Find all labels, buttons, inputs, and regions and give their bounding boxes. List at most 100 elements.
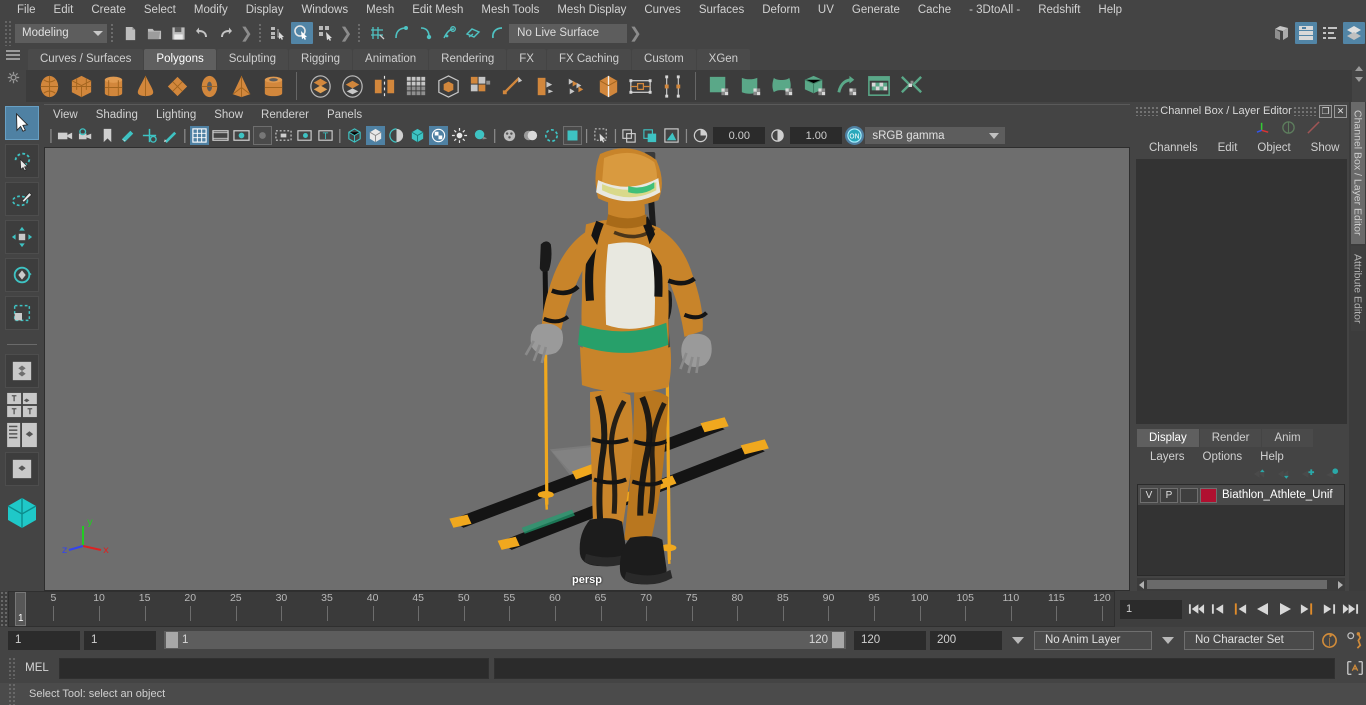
color-transform-selector[interactable]: sRGB gamma: [865, 127, 1006, 144]
menu-file[interactable]: File: [8, 0, 45, 20]
bridge-icon[interactable]: [625, 71, 655, 101]
shelf-tab-fx[interactable]: FX: [507, 49, 546, 70]
menu-surfaces[interactable]: Surfaces: [690, 0, 753, 20]
image-plane-icon[interactable]: [119, 126, 138, 145]
poly-cube-icon[interactable]: [66, 71, 96, 101]
statusbar-grip[interactable]: [4, 20, 11, 46]
range-start-field[interactable]: 1: [84, 630, 156, 650]
perspective-viewport[interactable]: persp y x z: [44, 147, 1130, 591]
biathlon-athlete-model[interactable]: [45, 148, 1129, 590]
auto-keyframe-icon[interactable]: |: [1318, 629, 1340, 651]
select-component-icon[interactable]: [315, 22, 337, 44]
lighting-icon[interactable]: [450, 126, 469, 145]
exposure-icon[interactable]: [295, 126, 314, 145]
shadows-icon[interactable]: [471, 126, 490, 145]
snap-curve-icon[interactable]: [390, 22, 412, 44]
anim-layer-selector[interactable]: No Anim Layer: [1034, 630, 1152, 650]
shelf-tab-sculpting[interactable]: Sculpting: [216, 49, 289, 70]
uv-layout-icon[interactable]: [896, 71, 926, 101]
table-row[interactable]: V P Biathlon_Athlete_Unif: [1138, 485, 1344, 505]
channel-box-toggle-icon[interactable]: [1295, 22, 1317, 44]
shelf-tab-animation[interactable]: Animation: [353, 49, 429, 70]
layer-menu-options[interactable]: Options: [1194, 451, 1252, 463]
offset-edge-loop-icon[interactable]: [593, 71, 623, 101]
view-transform-toggle-icon[interactable]: ON: [845, 126, 865, 145]
play-backwards-icon[interactable]: [1253, 600, 1272, 619]
rotate-tool[interactable]: [5, 258, 39, 292]
animation-end-field[interactable]: 200: [930, 630, 1002, 650]
select-object-icon[interactable]: [290, 22, 313, 44]
poly-plane-icon[interactable]: [162, 71, 192, 101]
smooth-icon[interactable]: [401, 71, 431, 101]
gamma-value-field[interactable]: 1.00: [790, 127, 843, 144]
camera-attributes-icon[interactable]: [77, 126, 96, 145]
shelf-tab-curves-surfaces[interactable]: Curves / Surfaces: [28, 49, 144, 70]
shelf-menu-icon[interactable]: [6, 50, 20, 60]
persp-graph-layout[interactable]: [5, 452, 39, 486]
redo-icon[interactable]: [215, 22, 237, 44]
channel-box-content-area[interactable]: [1136, 159, 1347, 424]
multisample-icon[interactable]: [542, 126, 561, 145]
safe-action-icon[interactable]: T: [316, 126, 335, 145]
new-layer-icon[interactable]: [1300, 467, 1315, 484]
range-slider-right-handle[interactable]: [832, 632, 844, 648]
uv-spherical-icon[interactable]: [768, 71, 798, 101]
layer-menu-help[interactable]: Help: [1251, 451, 1293, 463]
menu-mesh-display[interactable]: Mesh Display: [548, 0, 635, 20]
range-slider-left-handle[interactable]: [166, 632, 178, 648]
layer-color-swatch[interactable]: [1200, 487, 1217, 503]
uv-cylindrical-icon[interactable]: [736, 71, 766, 101]
menu-curves[interactable]: Curves: [635, 0, 689, 20]
gate-mask-icon[interactable]: [252, 126, 272, 145]
menu-deform[interactable]: Deform: [753, 0, 809, 20]
play-forwards-icon[interactable]: [1275, 600, 1294, 619]
menu-mesh[interactable]: Mesh: [357, 0, 403, 20]
layer-tab-anim[interactable]: Anim: [1262, 429, 1313, 447]
poly-cone-icon[interactable]: [130, 71, 160, 101]
range-slider[interactable]: 1 120: [164, 631, 846, 649]
lasso-select-tool[interactable]: [5, 144, 39, 178]
command-line-grip[interactable]: [8, 657, 15, 679]
menu-redshift[interactable]: Redshift: [1029, 0, 1089, 20]
outliner-persp-layout[interactable]: [6, 422, 38, 448]
layer-visibility-toggle[interactable]: V: [1140, 487, 1158, 503]
hypershade-layout[interactable]: [4, 496, 40, 533]
make-live-icon[interactable]: [486, 22, 508, 44]
go-to-end-icon[interactable]: [1341, 600, 1360, 619]
paint-select-tool[interactable]: [5, 182, 39, 216]
shelf-options-icon[interactable]: [7, 71, 20, 87]
viewport-menu-shading[interactable]: Shading: [87, 105, 147, 125]
hardware-texture-icon[interactable]: [408, 126, 427, 145]
tool-settings-toggle-icon[interactable]: [1343, 22, 1365, 44]
menu-display[interactable]: Display: [237, 0, 293, 20]
save-scene-icon[interactable]: [167, 22, 189, 44]
move-layer-up-icon[interactable]: [1252, 467, 1267, 484]
tab-attribute-editor[interactable]: Attribute Editor: [1350, 245, 1365, 331]
smooth-shade-icon[interactable]: [365, 126, 385, 145]
shelf-tab-rigging[interactable]: Rigging: [289, 49, 353, 70]
shelf-tab-xgen[interactable]: XGen: [696, 49, 751, 70]
shelf-tab-polygons[interactable]: Polygons: [144, 49, 216, 70]
live-surface-field[interactable]: No Live Surface: [509, 23, 628, 43]
snap-projected-center-icon[interactable]: [438, 22, 460, 44]
layer-menu-layers[interactable]: Layers: [1141, 451, 1194, 463]
layer-tab-render[interactable]: Render: [1199, 429, 1262, 447]
script-editor-icon[interactable]: [1344, 657, 1366, 679]
film-origin-icon[interactable]: [274, 126, 293, 145]
uv-planar-icon[interactable]: [704, 71, 734, 101]
poly-cylinder-icon[interactable]: [98, 71, 128, 101]
menu-generate[interactable]: Generate: [843, 0, 909, 20]
step-back-frame-icon[interactable]: [1231, 600, 1250, 619]
shelf-scroll-down-icon[interactable]: [1355, 77, 1363, 82]
two-d-pan-zoom-icon[interactable]: [140, 126, 159, 145]
move-layer-down-icon[interactable]: [1276, 467, 1291, 484]
menu-set-selector[interactable]: Modeling: [15, 23, 107, 43]
timeline-track[interactable]: 1 5 10 15 20 25 30 35 40 45 50 55 60 65 70 75 80 85 90 95 1…: [8, 591, 1115, 627]
viewport-menu-lighting[interactable]: Lighting: [147, 105, 205, 125]
xray-icon[interactable]: [428, 126, 448, 145]
wireframe-icon[interactable]: [345, 126, 364, 145]
command-language-label[interactable]: MEL: [20, 662, 54, 674]
shelf-scroll-arrows[interactable]: [1352, 46, 1366, 102]
character-set-chevron-down-icon[interactable]: [1162, 636, 1174, 644]
select-tool[interactable]: [5, 106, 39, 140]
